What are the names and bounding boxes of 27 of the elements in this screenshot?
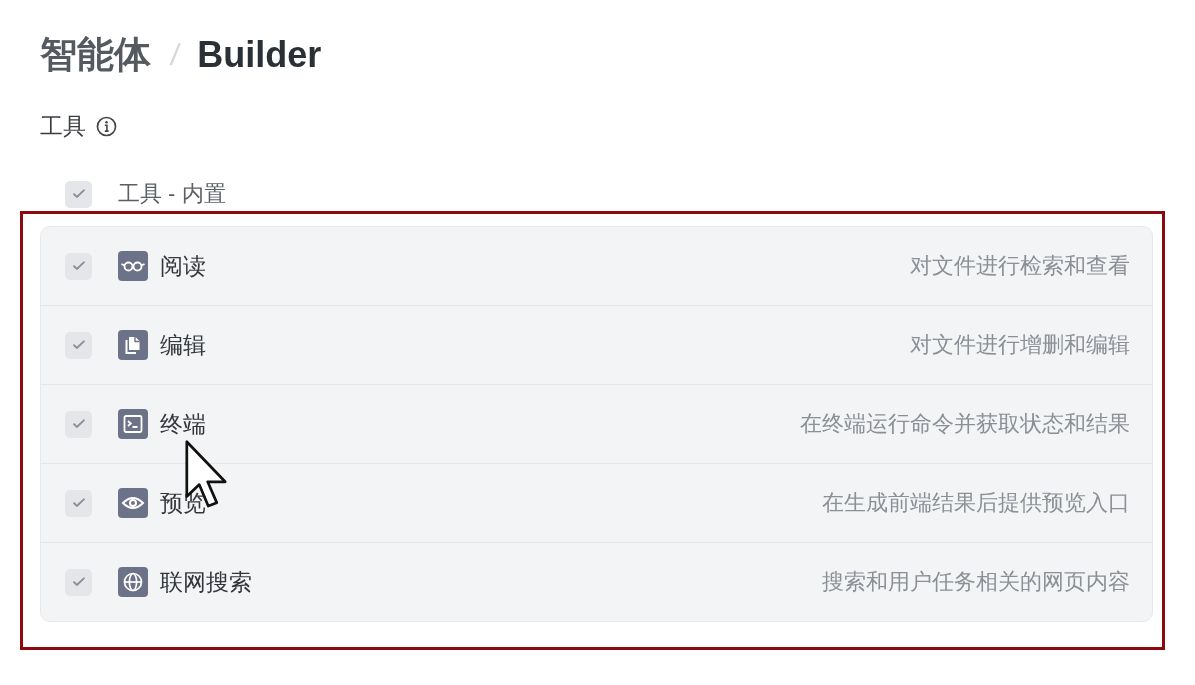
eye-icon <box>118 488 148 518</box>
tool-description: 在终端运行命令并获取状态和结果 <box>800 410 1130 438</box>
breadcrumb-separator: / <box>168 38 182 72</box>
tool-name: 编辑 <box>160 331 206 360</box>
check-icon <box>72 419 85 429</box>
tool-name: 阅读 <box>160 252 206 281</box>
tool-name: 预览 <box>160 489 206 518</box>
check-icon <box>72 189 85 199</box>
check-icon <box>72 340 85 350</box>
document-icon <box>118 330 148 360</box>
section-title: 工具 <box>40 112 86 141</box>
breadcrumb-link[interactable]: 智能体 <box>40 32 151 78</box>
page-title: Builder <box>197 33 322 77</box>
tool-description: 对文件进行检索和查看 <box>910 252 1130 280</box>
check-icon <box>72 498 85 508</box>
group-label: 工具 - 内置 <box>118 180 226 208</box>
info-icon[interactable] <box>96 115 117 137</box>
tool-description: 搜索和用户任务相关的网页内容 <box>822 568 1130 596</box>
check-icon <box>72 261 85 271</box>
tool-name: 联网搜索 <box>160 568 252 597</box>
check-icon <box>72 577 85 587</box>
tool-name: 终端 <box>160 410 206 439</box>
tool-description: 对文件进行增删和编辑 <box>910 331 1130 359</box>
terminal-icon <box>118 409 148 439</box>
globe-icon <box>118 567 148 597</box>
glasses-icon <box>118 251 148 281</box>
tool-description: 在生成前端结果后提供预览入口 <box>822 489 1130 517</box>
